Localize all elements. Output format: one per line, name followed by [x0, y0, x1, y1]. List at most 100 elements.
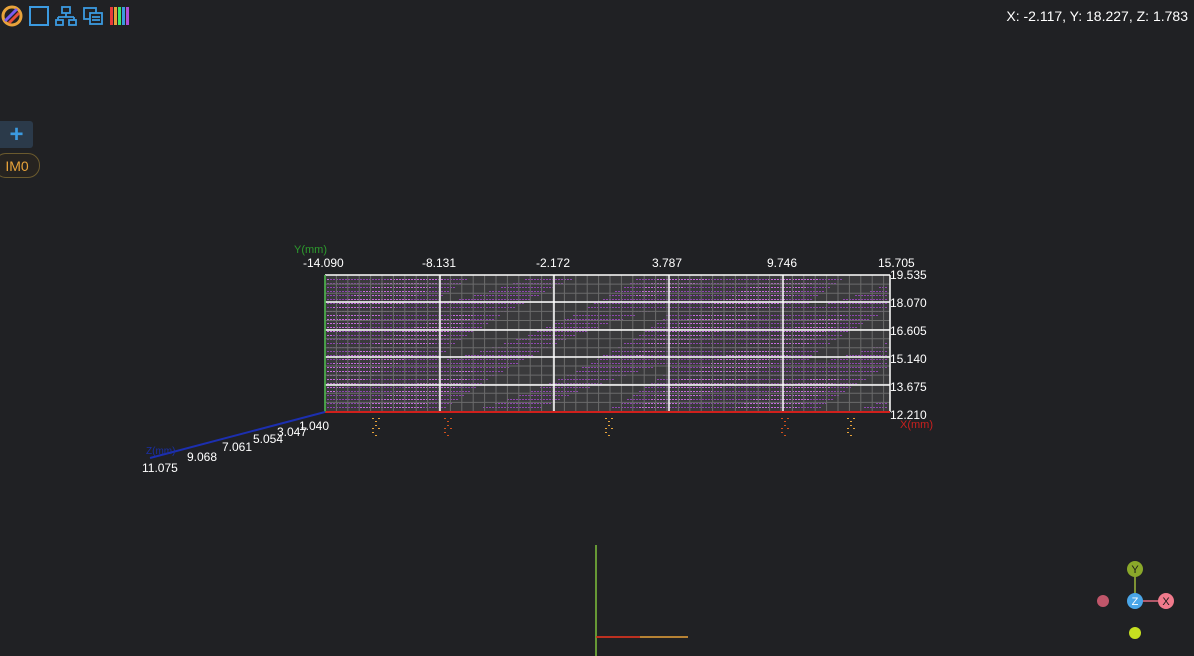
cloud-point	[579, 315, 581, 316]
cloud-point	[675, 395, 677, 396]
cloud-point	[342, 299, 344, 300]
gizmo-neg-x[interactable]	[1097, 595, 1109, 607]
cloud-point	[675, 371, 677, 372]
cloud-point	[330, 395, 332, 396]
cloud-point	[339, 299, 341, 300]
cloud-point	[738, 359, 740, 360]
outlier-point	[847, 432, 849, 433]
cloud-point	[606, 367, 608, 368]
cloud-point	[537, 335, 539, 336]
cloud-point	[615, 303, 617, 304]
cloud-point	[675, 323, 677, 324]
cloud-point	[855, 327, 857, 328]
cloud-point	[741, 279, 743, 280]
cloud-point	[402, 323, 404, 324]
cloud-point	[408, 399, 410, 400]
cloud-point	[354, 371, 356, 372]
cloud-point	[801, 407, 803, 408]
cloud-point	[327, 303, 329, 304]
cloud-point	[423, 407, 425, 408]
cloud-point	[765, 335, 767, 336]
cloud-point	[819, 327, 821, 328]
cloud-point	[714, 323, 716, 324]
cloud-point	[714, 303, 716, 304]
cloud-point	[729, 363, 731, 364]
cloud-point	[567, 335, 569, 336]
cloud-point	[354, 403, 356, 404]
cloud-point	[615, 291, 617, 292]
cloud-point	[657, 303, 659, 304]
cloud-point	[834, 359, 836, 360]
cloud-point	[360, 403, 362, 404]
cloud-point	[378, 403, 380, 404]
cloud-point	[657, 327, 659, 328]
cloud-point	[624, 351, 626, 352]
cloud-point	[864, 359, 866, 360]
cloud-point	[663, 359, 665, 360]
gizmo-neg-y[interactable]	[1129, 627, 1141, 639]
cloud-point	[591, 371, 593, 372]
cloud-point	[693, 307, 695, 308]
cloud-point	[375, 359, 377, 360]
cloud-point	[549, 287, 551, 288]
cloud-point	[732, 299, 734, 300]
cloud-point	[618, 359, 620, 360]
cloud-point	[819, 391, 821, 392]
cloud-point	[402, 307, 404, 308]
cloud-point	[594, 363, 596, 364]
cloud-point	[717, 391, 719, 392]
cloud-point	[396, 319, 398, 320]
cloud-point	[639, 363, 641, 364]
cloud-point	[663, 303, 665, 304]
cloud-point	[603, 307, 605, 308]
cloud-point	[435, 391, 437, 392]
cloud-point	[345, 391, 347, 392]
cloud-point	[789, 279, 791, 280]
cloud-point	[534, 351, 536, 352]
cloud-point	[327, 299, 329, 300]
cloud-point	[342, 323, 344, 324]
cloud-point	[684, 363, 686, 364]
cloud-point	[486, 307, 488, 308]
cloud-point	[672, 395, 674, 396]
cloud-point	[777, 363, 779, 364]
cloud-point	[873, 299, 875, 300]
cloud-point	[402, 295, 404, 296]
cloud-point	[714, 371, 716, 372]
cloud-point	[366, 279, 368, 280]
point-cloud-viewport[interactable]: Y Z X	[0, 0, 1194, 656]
cloud-point	[696, 355, 698, 356]
cloud-point	[396, 287, 398, 288]
cloud-point	[807, 407, 809, 408]
cloud-point	[708, 319, 710, 320]
cloud-point	[693, 363, 695, 364]
cloud-point	[378, 367, 380, 368]
cloud-point	[852, 363, 854, 364]
cloud-point	[681, 335, 683, 336]
orientation-gizmo[interactable]: Y Z X	[1097, 561, 1174, 639]
cloud-point	[846, 387, 848, 388]
z-tick-label: 9.068	[187, 450, 218, 464]
cloud-point	[534, 287, 536, 288]
cloud-point	[579, 387, 581, 388]
cloud-point	[591, 315, 593, 316]
cloud-point	[681, 299, 683, 300]
cloud-point	[726, 315, 728, 316]
cloud-point	[492, 307, 494, 308]
cloud-point	[771, 323, 773, 324]
cloud-point	[696, 279, 698, 280]
cloud-point	[465, 327, 467, 328]
cloud-point	[684, 303, 686, 304]
cloud-point	[402, 327, 404, 328]
cloud-point	[372, 287, 374, 288]
cloud-point	[594, 323, 596, 324]
cloud-point	[435, 291, 437, 292]
cloud-point	[759, 287, 761, 288]
cloud-point	[420, 363, 422, 364]
cloud-point	[777, 387, 779, 388]
cloud-point	[513, 287, 515, 288]
cloud-point	[810, 363, 812, 364]
cloud-point	[396, 295, 398, 296]
cloud-point	[858, 379, 860, 380]
cloud-point	[648, 279, 650, 280]
